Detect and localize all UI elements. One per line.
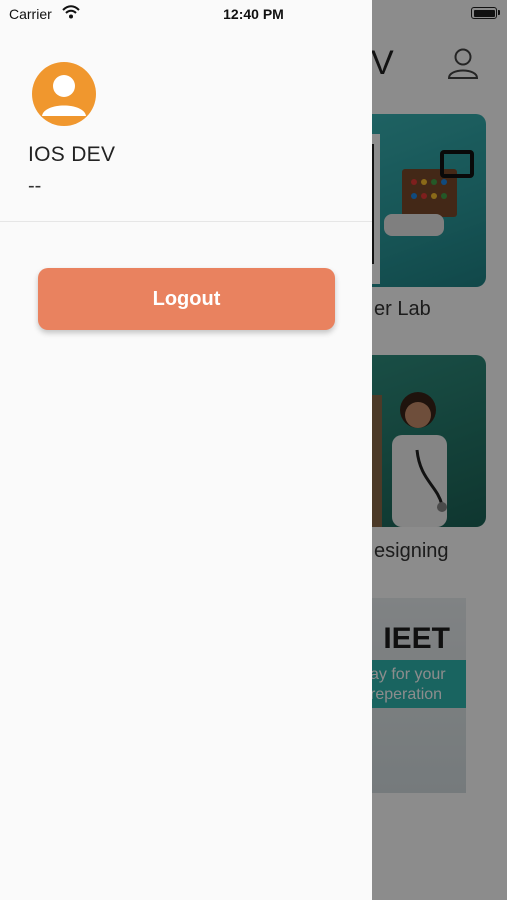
user-subtitle: --: [28, 175, 42, 197]
divider: [0, 221, 372, 222]
side-drawer: IOS DEV -- Logout: [0, 0, 372, 900]
avatar[interactable]: [32, 62, 96, 126]
user-silhouette-icon: [42, 75, 86, 116]
status-time: 12:40 PM: [223, 6, 284, 22]
battery-icon: [471, 7, 497, 19]
status-bar: Carrier 12:40 PM: [0, 0, 507, 30]
logout-button[interactable]: Logout: [38, 268, 335, 330]
battery-tip-icon: [498, 10, 500, 15]
user-name: IOS DEV: [28, 143, 116, 166]
